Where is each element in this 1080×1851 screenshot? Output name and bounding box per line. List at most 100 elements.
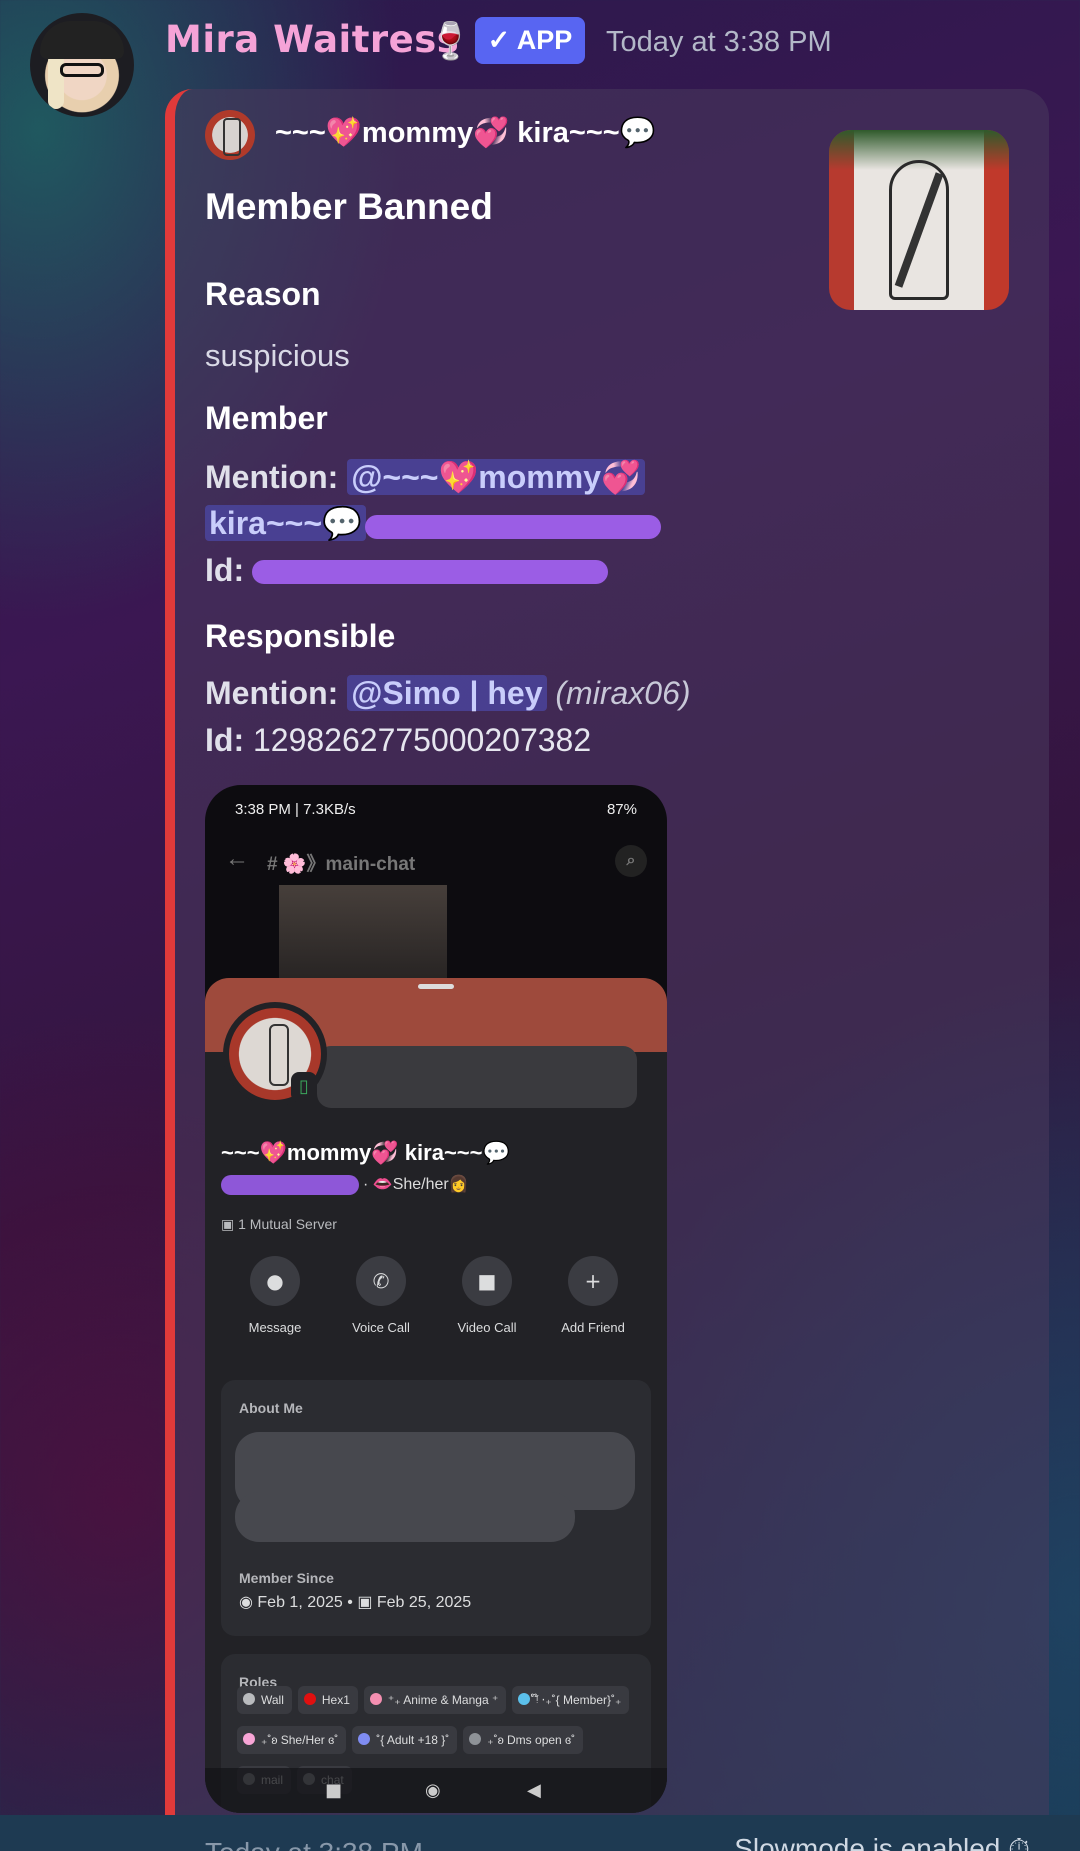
camera-icon: ■ — [462, 1256, 512, 1306]
add-user-icon: + — [568, 1256, 618, 1306]
channel-name: # 🌸》main-chat — [267, 854, 416, 875]
status-left: 3:38 PM | 7.3KB/s — [235, 801, 356, 818]
responsible-mention[interactable]: @Simo | hey — [347, 675, 547, 711]
next-message-timestamp: Today at 3:38 PM — [205, 1837, 423, 1851]
role-tag: ⁺₊ Anime & Manga ⁺ — [363, 1686, 507, 1714]
avatar-glasses — [60, 63, 104, 77]
role-tag: ˚{ Adult +18 }˚ — [352, 1726, 458, 1754]
action-label: Add Friend — [561, 1320, 625, 1335]
role-tag: ₊˚ʚ Dms open ɞ˚ — [463, 1726, 584, 1754]
member-mention-line: Mention: @~~~💖mommy💞 — [205, 458, 645, 496]
role-name: ₊˚ʚ She/Her ɞ˚ — [261, 1733, 339, 1747]
role-color-dot — [358, 1733, 371, 1745]
redaction-mark — [252, 560, 608, 584]
responsible-id-label: Id: — [205, 722, 245, 758]
role-color-dot — [303, 1693, 316, 1705]
action-label: Message — [248, 1320, 302, 1335]
action-label: Video Call — [457, 1320, 517, 1335]
action-label: Voice Call — [352, 1320, 410, 1335]
sheet-handle — [418, 984, 454, 989]
role-name: ₊˚ʚ Dms open ɞ˚ — [487, 1733, 576, 1747]
redacted-status — [317, 1046, 637, 1108]
role-color-dot — [518, 1693, 531, 1705]
discord-logo-icon: ◉ — [239, 1594, 258, 1611]
role-tag: ᵎ໊ ‧₊˚{ Member}˚₊ — [512, 1686, 630, 1714]
role-tag: Wall — [237, 1686, 292, 1714]
slowmode-indicator: Slowmode is enabled ⏱ — [734, 1833, 1030, 1851]
timer-icon: ⏱ — [1008, 1833, 1030, 1851]
member-mention-line-2: kira~~~💬 — [205, 504, 366, 542]
responsible-mention-line: Mention: @Simo | hey (mirax06) — [205, 675, 691, 712]
embed-image-screenshot[interactable]: 3:38 PM | 7.3KB/s 87% ← # 🌸》main-chat ⌕ … — [205, 785, 667, 1813]
member-mention-label: Mention: — [205, 459, 339, 495]
responsible-username: (mirax06) — [555, 675, 691, 711]
author-avatar — [205, 110, 255, 160]
member-mention[interactable]: @~~~💖mommy💞 — [347, 459, 645, 495]
slowmode-text: Slowmode is enabled — [734, 1833, 1001, 1851]
member-since-title: Member Since — [239, 1570, 334, 1586]
phone-nav-bar: ■ ◉ ◀ — [205, 1768, 667, 1813]
since-discord: Feb 1, 2025 — [257, 1594, 343, 1611]
app-badge: ✓ APP — [475, 17, 585, 64]
message-action: ● Message — [225, 1256, 325, 1335]
message-header: Mira Waitress 🍷 ✓ APP Today at 3:38 PM — [0, 0, 1080, 117]
role-name: Wall — [261, 1693, 284, 1707]
member-id-label: Id: — [205, 552, 245, 588]
role-name: ⁺₊ Anime & Manga ⁺ — [387, 1693, 499, 1707]
message-timestamp[interactable]: Today at 3:38 PM — [606, 26, 832, 59]
mobile-status-icon: ▯ — [291, 1072, 317, 1102]
search-icon: ⌕ — [615, 845, 647, 877]
profile-name: ~~~💖mommy💞 kira~~~💬 — [221, 1140, 510, 1165]
separator: • — [342, 1594, 358, 1611]
member-label: Member — [205, 400, 328, 436]
member-since-dates: ◉ Feb 1, 2025 • ▣ Feb 25, 2025 — [239, 1592, 471, 1612]
reason-value: suspicious — [205, 338, 350, 373]
phone-status-bar: 3:38 PM | 7.3KB/s 87% — [205, 785, 667, 833]
voice-call-action: ✆ Voice Call — [331, 1256, 431, 1335]
about-me-card: About Me Member Since ◉ Feb 1, 2025 • ▣ … — [221, 1380, 651, 1636]
role-color-dot — [369, 1693, 382, 1705]
mutual-servers: ▣ 1 Mutual Server — [221, 1216, 337, 1233]
role-color-dot — [469, 1733, 482, 1745]
role-color-dot — [243, 1733, 255, 1745]
member-mention-cont[interactable]: kira~~~💬 — [205, 505, 366, 541]
responsible-id: 1298262775000207382 — [252, 722, 592, 758]
phone-channel-bar: ← # 🌸》main-chat ⌕ — [205, 833, 667, 893]
responsible-label: Responsible — [205, 618, 396, 654]
video-call-action: ■ Video Call — [437, 1256, 537, 1335]
server-icon: ▣ — [357, 1594, 377, 1611]
phone-icon: ✆ — [356, 1256, 406, 1306]
redaction-mark — [221, 1174, 359, 1195]
back-nav-icon: ◀ — [527, 1780, 541, 1801]
user-avatar[interactable] — [30, 13, 134, 117]
square-nav-icon: ■ — [325, 1780, 343, 1801]
home-nav-icon: ◉ — [425, 1780, 441, 1801]
redacted-bio — [235, 1492, 575, 1542]
server-icon: ▣ — [221, 1216, 239, 1232]
profile-sheet: ▯ ~~~💖mommy💞 kira~~~💬 · 👄She/her👩 ▣ 1 Mu… — [205, 978, 667, 1813]
chat-footer: Today at 3:38 PM Slowmode is enabled ⏱ — [0, 1815, 1080, 1851]
author-name: ~~~💖mommy💞 kira~~~💬 — [275, 117, 656, 149]
responsible-mention-label: Mention: — [205, 675, 339, 711]
embed-thumbnail[interactable] — [829, 130, 1009, 310]
role-color-dot — [243, 1693, 255, 1705]
embed-title: Member Banned — [205, 186, 493, 227]
member-id-line: Id: — [205, 552, 244, 589]
about-me-title: About Me — [239, 1400, 303, 1416]
responsible-id-line: Id: 1298262775000207382 — [205, 722, 591, 759]
back-arrow-icon: ← — [225, 845, 249, 872]
profile-pronouns: · 👄She/her👩 — [221, 1174, 469, 1195]
username[interactable]: Mira Waitress — [165, 18, 459, 61]
video-thumbnail — [279, 885, 447, 985]
since-server: Feb 25, 2025 — [376, 1594, 472, 1611]
reason-label: Reason — [205, 276, 321, 312]
avatar-cap — [40, 21, 124, 59]
wine-glass-icon: 🍷 — [428, 21, 473, 62]
profile-actions: ● Message ✆ Voice Call ■ Video Call + Add Fr… — [205, 1256, 667, 1346]
add-friend-action: + Add Friend — [543, 1256, 643, 1335]
role-name: ᵎ໊ ‧₊˚{ Member}˚₊ — [536, 1693, 622, 1707]
status-right: 87% — [606, 801, 637, 818]
avatar-hair — [48, 53, 64, 109]
redaction-mark — [365, 515, 661, 539]
mutual-text: 1 Mutual Server — [238, 1216, 337, 1232]
